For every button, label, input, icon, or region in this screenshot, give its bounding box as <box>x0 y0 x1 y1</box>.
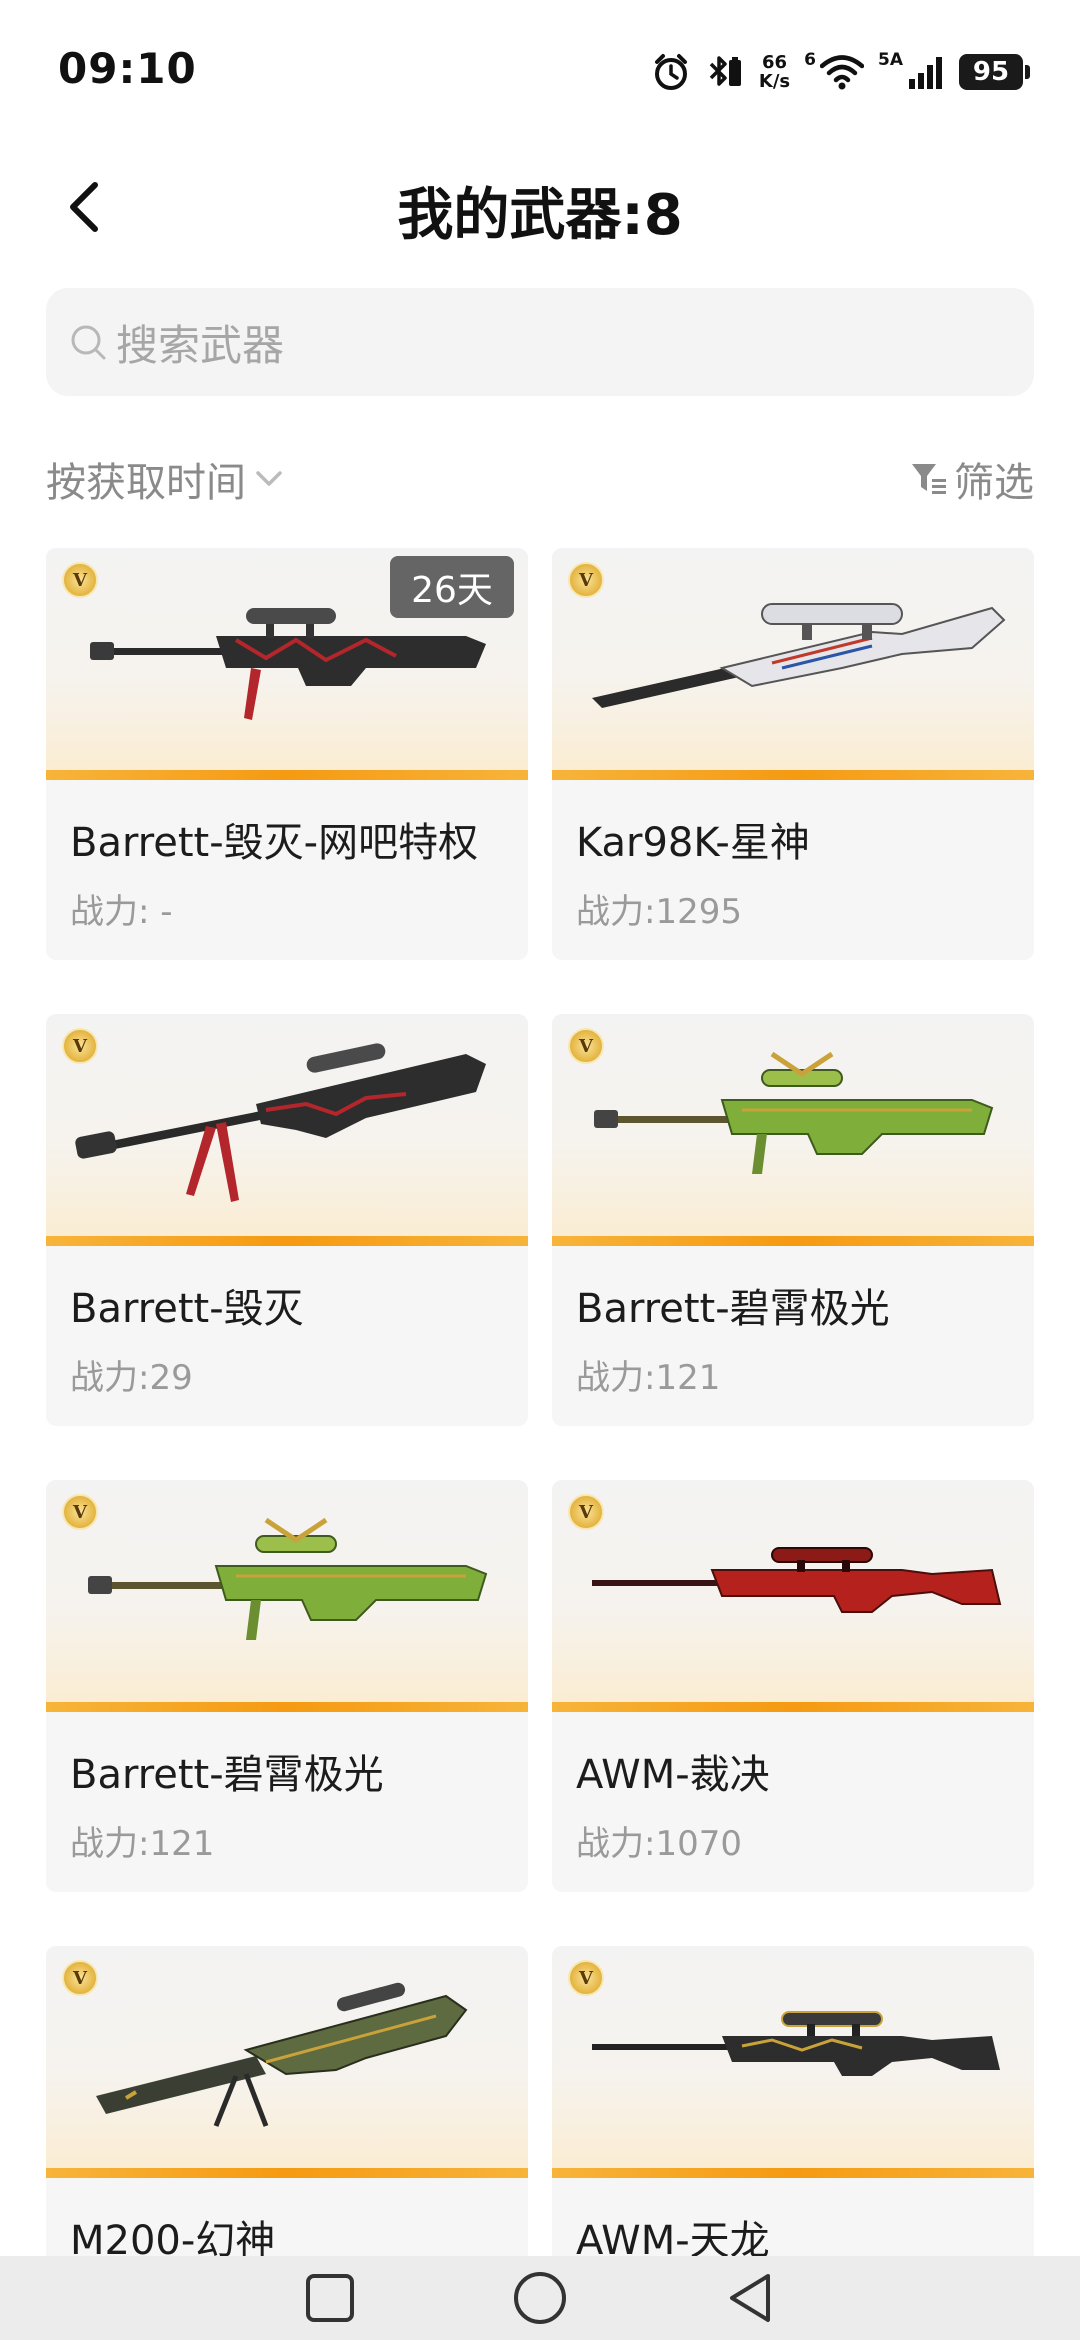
status-bar: 09:10 66 K/s 6 5A 95 <box>0 0 1080 140</box>
signal-icon <box>909 57 942 89</box>
bluetooth-battery-icon <box>709 56 741 86</box>
weapon-image: V <box>552 1480 1034 1712</box>
status-time: 09:10 <box>58 44 197 93</box>
sort-dropdown[interactable]: 按获取时间 <box>46 450 284 508</box>
page-title: 我的武器:8 <box>397 183 683 248</box>
awm-dragon-rifle-icon <box>592 2011 1000 2076</box>
weapon-name: Barrett-毁灭 <box>70 1286 304 1332</box>
weapon-image: V <box>46 1480 528 1712</box>
wifi-icon <box>820 55 864 90</box>
weapon-image: V <box>552 1014 1034 1246</box>
net-speed-value: 66 <box>762 52 788 73</box>
weapon-image: V <box>46 1946 528 2178</box>
weapon-image: V <box>552 1946 1034 2178</box>
net-speed-unit: K/s <box>758 71 791 92</box>
square-icon <box>306 2274 354 2322</box>
vip-badge: V <box>62 1494 98 1530</box>
system-back-button[interactable] <box>720 2268 780 2328</box>
vip-badge: V <box>568 1028 604 1064</box>
vip-badge: V <box>568 562 604 598</box>
barrett-aurora-rifle-icon <box>594 1051 994 1174</box>
search-input[interactable]: 搜索武器 <box>46 288 1034 396</box>
circle-icon <box>514 2272 566 2324</box>
weapon-name: Kar98K-星神 <box>576 820 810 866</box>
weapon-power: 战力:1070 <box>576 1824 742 1864</box>
barrett-aurora-rifle-icon <box>88 1517 488 1640</box>
weapon-card[interactable]: V Barrett-碧霄极光 战力:121 <box>552 1014 1034 1426</box>
sort-filter-row: 按获取时间 筛选 <box>46 444 1034 514</box>
filter-label: 筛选 <box>954 460 1034 506</box>
m200-rifle-icon <box>96 1982 468 2127</box>
battery-level: 95 <box>959 54 1023 90</box>
alarm-icon <box>654 54 687 90</box>
weapon-power: 战力:121 <box>576 1358 721 1398</box>
vip-badge: V <box>568 1494 604 1530</box>
kar98k-rifle-icon <box>592 603 1006 708</box>
weapon-power: 战力:1295 <box>576 892 742 932</box>
vip-badge: V <box>62 1028 98 1064</box>
weapon-power: 战力: - <box>70 892 173 932</box>
system-nav-bar <box>0 2256 1080 2340</box>
status-icons: 66 K/s 6 5A 95 <box>651 48 1030 96</box>
weapon-card[interactable]: V Barrett-碧霄极光 战力:121 <box>46 1480 528 1892</box>
weapon-card[interactable]: V AWM-裁决 战力:1070 <box>552 1480 1034 1892</box>
signal-label: 5A <box>878 50 903 70</box>
weapon-name: Barrett-碧霄极光 <box>70 1752 384 1798</box>
sort-label: 按获取时间 <box>46 460 246 506</box>
vip-badge: V <box>568 1960 604 1996</box>
search-icon <box>71 325 106 360</box>
weapon-name: Barrett-毁灭-网吧特权 <box>70 820 479 866</box>
filter-button[interactable]: 筛选 <box>910 450 1034 508</box>
weapon-card[interactable]: V Barrett-毁灭 战力:29 <box>46 1014 528 1426</box>
chevron-down-icon <box>256 471 282 486</box>
vip-badge: V <box>62 562 98 598</box>
awm-judgement-rifle-icon <box>592 1547 1002 1613</box>
weapon-card[interactable]: V 26天 Barrett-毁灭-网吧特权 战力: - <box>46 548 528 960</box>
wifi-label: 6 <box>804 50 816 70</box>
weapon-image: V <box>46 1014 528 1246</box>
barrett-destroy-rifle-icon <box>75 1043 486 1202</box>
filter-icon <box>912 464 946 494</box>
header: 我的武器:8 <box>0 150 1080 260</box>
days-remaining-badge: 26天 <box>390 556 514 618</box>
search-placeholder: 搜索武器 <box>116 320 285 370</box>
weapon-name: AWM-裁决 <box>576 1752 770 1798</box>
weapon-name: Barrett-碧霄极光 <box>576 1286 890 1332</box>
home-button[interactable] <box>510 2268 570 2328</box>
triangle-icon <box>730 2274 770 2322</box>
weapon-card[interactable]: V Kar98K-星神 战力:1295 <box>552 548 1034 960</box>
weapon-image: V 26天 <box>46 548 528 780</box>
vip-badge: V <box>62 1960 98 1996</box>
weapon-power: 战力:29 <box>70 1358 193 1398</box>
weapon-power: 战力:121 <box>70 1824 215 1864</box>
weapon-image: V <box>552 548 1034 780</box>
battery-icon: 95 <box>959 54 1030 90</box>
network-speed: 66 K/s <box>759 53 790 91</box>
recent-apps-button[interactable] <box>300 2268 360 2328</box>
